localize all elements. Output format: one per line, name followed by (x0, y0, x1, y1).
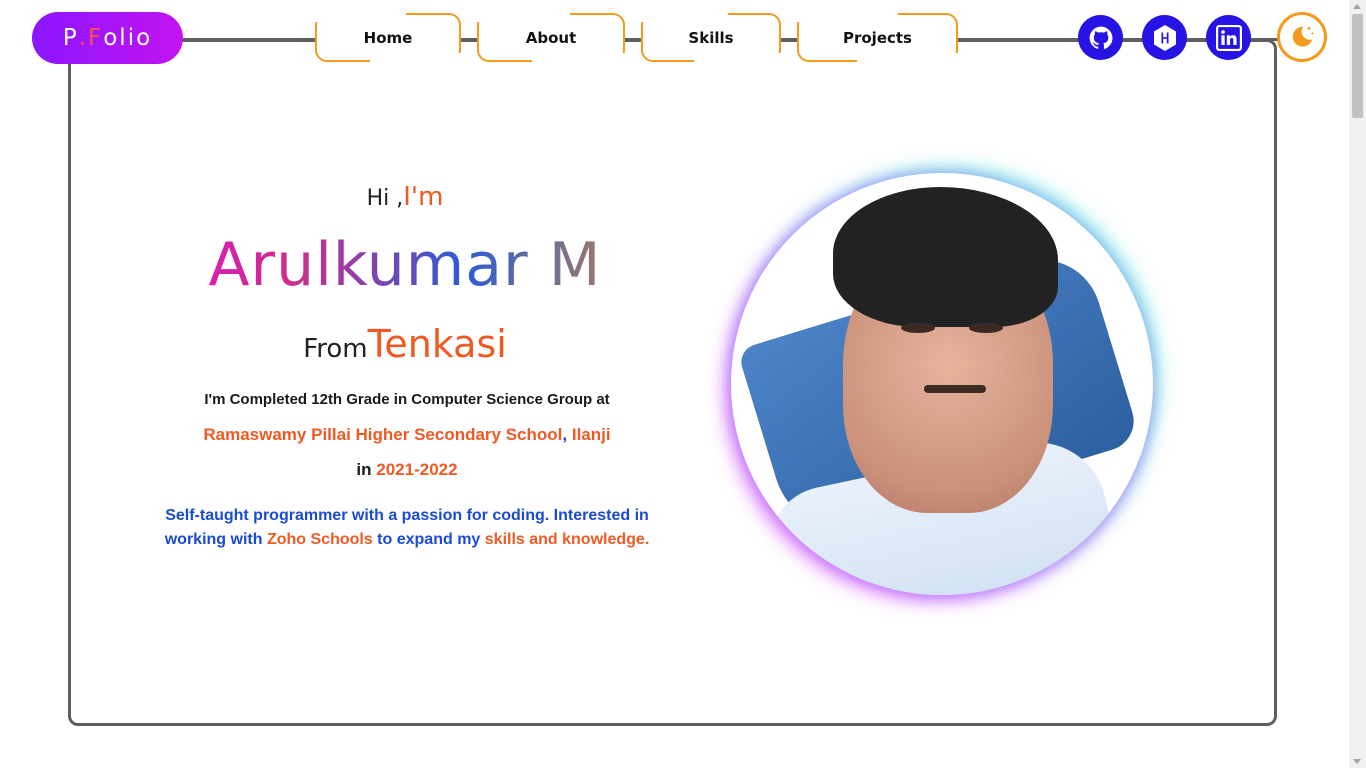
school-line: Ramaswamy Pillai Higher Secondary School… (120, 425, 694, 445)
bio-text: Self-taught programmer with a passion fo… (140, 504, 674, 552)
github-icon (1089, 26, 1112, 49)
photo-hair (833, 187, 1058, 327)
logo-rest: olio (103, 25, 153, 51)
hackerrank-link[interactable] (1142, 15, 1187, 60)
bio-highlight-zoho: Zoho Schools (266, 531, 373, 548)
page-scrollbar[interactable] (1349, 0, 1366, 768)
nav-home-label: Home (363, 28, 413, 47)
nav-skills[interactable]: Skills (640, 12, 782, 63)
nav-projects-label: Projects (842, 28, 912, 47)
education-line: I'm Completed 12th Grade in Computer Sci… (204, 391, 610, 408)
nav-skills-label: Skills (688, 28, 734, 47)
nav-about-label: About (525, 28, 577, 47)
school-name: Ramaswamy Pillai Higher Secondary School (203, 425, 563, 444)
logo-p: P (62, 25, 79, 51)
moon-stars-icon (1292, 25, 1315, 47)
photo-eye-left (901, 323, 935, 333)
year-line: in 2021-2022 (120, 460, 694, 480)
profile-photo (731, 173, 1153, 595)
scroll-down-arrow-icon[interactable] (1353, 759, 1361, 764)
logo-f: F (88, 25, 104, 51)
nav-home[interactable]: Home (314, 12, 462, 63)
school-town: Ilanji (567, 425, 611, 444)
greeting: Hi ,I'm (120, 182, 690, 212)
scroll-thumb[interactable] (1352, 14, 1363, 118)
nav-projects[interactable]: Projects (796, 12, 960, 63)
logo[interactable]: P. Folio (32, 12, 183, 64)
nav-about[interactable]: About (476, 12, 626, 63)
from-line: FromTenkasi (120, 322, 690, 366)
photo-mustache (924, 385, 986, 393)
scroll-up-arrow-icon[interactable] (1353, 4, 1361, 9)
hackerrank-icon (1153, 24, 1176, 51)
greeting-im: I'm (403, 182, 444, 212)
theme-toggle-button[interactable] (1277, 12, 1327, 62)
bio-highlight-skills: skills and knowledge. (484, 531, 650, 548)
github-link[interactable] (1078, 15, 1123, 60)
place-name: Tenkasi (367, 322, 507, 366)
hero-name: Arulkumar M (120, 230, 690, 300)
year-in: in (356, 460, 377, 479)
from-label: From (303, 334, 368, 364)
linkedin-link[interactable] (1206, 15, 1251, 60)
bio-part2: to expand my (372, 531, 485, 548)
year-range: 2021-2022 (376, 460, 458, 479)
logo-dot: . (78, 25, 88, 51)
greeting-hi: Hi , (366, 186, 404, 211)
linkedin-icon (1215, 24, 1242, 51)
photo-eye-right (969, 323, 1003, 333)
